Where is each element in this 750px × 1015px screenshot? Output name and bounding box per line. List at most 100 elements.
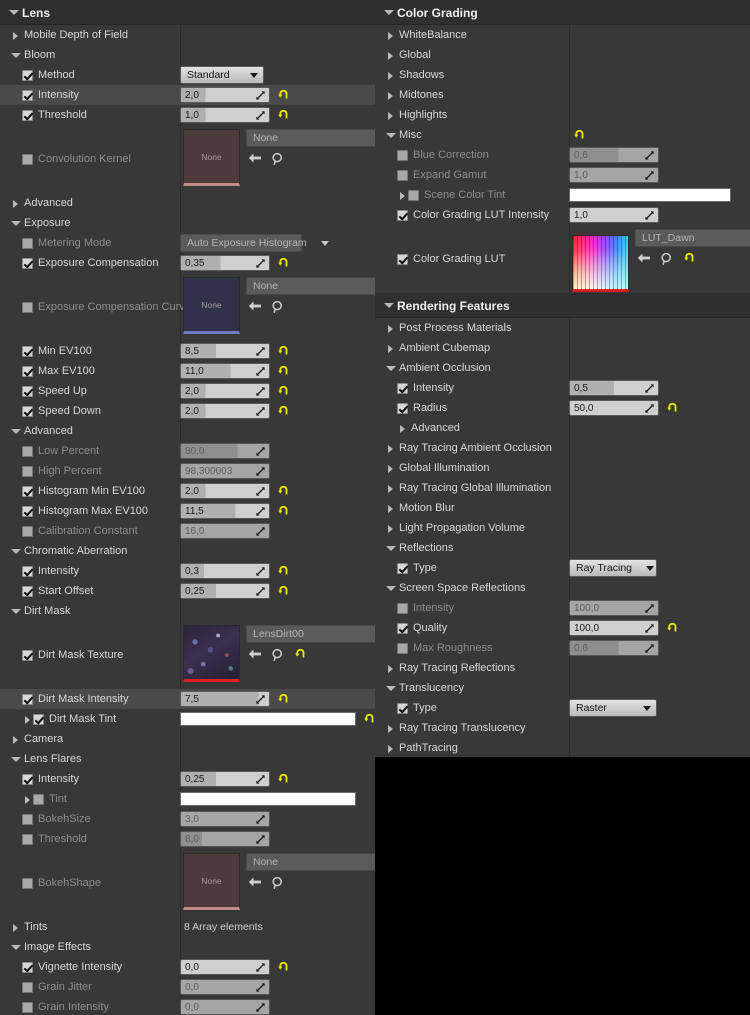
numeric-input-bloom-intensity[interactable]: 2,0 bbox=[180, 87, 270, 103]
drag-handle-icon[interactable] bbox=[255, 1002, 266, 1013]
checkbox-min-ev100[interactable] bbox=[22, 345, 33, 357]
property-row-grain-intensity[interactable]: Grain Intensity 0,0 bbox=[0, 997, 375, 1015]
drag-handle-icon[interactable] bbox=[255, 834, 266, 845]
property-row-mobile-depth-of-field[interactable]: Mobile Depth of Field bbox=[0, 25, 375, 45]
property-row-lens-flares[interactable]: Lens Flares bbox=[0, 749, 375, 769]
drag-handle-icon[interactable] bbox=[255, 526, 266, 537]
numeric-input-speed-up[interactable]: 2,0 bbox=[180, 383, 270, 399]
asset-thumbnail-exposure-compensation-curve[interactable]: None bbox=[183, 277, 240, 334]
checkbox-exposure-compensation[interactable] bbox=[22, 257, 33, 269]
checkbox-color-grading-lut[interactable] bbox=[397, 253, 408, 265]
checkbox-speed-up[interactable] bbox=[22, 385, 33, 397]
property-row-histogram-max-ev100[interactable]: Histogram Max EV100 11,5 bbox=[0, 501, 375, 521]
property-row-lf-bokeh-size[interactable]: BokehSize 3,0 bbox=[0, 809, 375, 829]
property-row-vignette-intensity[interactable]: Vignette Intensity 0,0 bbox=[0, 957, 375, 977]
expand-triangle-open-icon[interactable] bbox=[385, 130, 396, 141]
property-row-low-percent[interactable]: Low Percent 80,0 bbox=[0, 441, 375, 461]
reset-to-default-icon[interactable] bbox=[277, 565, 289, 578]
color-swatch-scene-color-tint[interactable] bbox=[569, 188, 731, 202]
property-row-image-effects[interactable]: Image Effects bbox=[0, 937, 375, 957]
property-row-ao-advanced[interactable]: Advanced bbox=[375, 418, 750, 438]
property-row-motion-blur[interactable]: Motion Blur bbox=[375, 498, 750, 518]
drag-handle-icon[interactable] bbox=[255, 586, 266, 597]
color-swatch-dirt-mask-tint[interactable] bbox=[180, 712, 356, 726]
drag-handle-icon[interactable] bbox=[255, 386, 266, 397]
reset-to-default-icon[interactable] bbox=[277, 257, 289, 270]
numeric-input-color-grading-lut-intensity[interactable]: 1,0 bbox=[569, 207, 659, 223]
expand-triangle-closed-icon[interactable] bbox=[10, 30, 21, 41]
property-row-max-ev100[interactable]: Max EV100 11,0 bbox=[0, 361, 375, 381]
property-row-ssr-max-roughness[interactable]: Max Roughness 0,6 bbox=[375, 638, 750, 658]
expand-triangle-open-icon[interactable] bbox=[10, 218, 21, 229]
checkbox-high-percent[interactable] bbox=[22, 465, 33, 477]
property-row-dirt-mask-intensity[interactable]: Dirt Mask Intensity 7,5 bbox=[0, 689, 375, 709]
drag-handle-icon[interactable] bbox=[255, 366, 266, 377]
category-header-rendering-features[interactable]: Rendering Features bbox=[375, 293, 750, 318]
property-row-ca-start-offset[interactable]: Start Offset 0,25 bbox=[0, 581, 375, 601]
reset-to-default-icon[interactable] bbox=[277, 585, 289, 598]
numeric-input-max-ev100[interactable]: 11,0 bbox=[180, 363, 270, 379]
reset-to-default-icon[interactable] bbox=[573, 129, 585, 142]
numeric-input-lf-threshold[interactable]: 8,0 bbox=[180, 831, 270, 847]
property-row-white-balance[interactable]: WhiteBalance bbox=[375, 25, 750, 45]
expand-triangle-closed-icon[interactable] bbox=[385, 743, 396, 754]
checkbox-dirt-mask-tint[interactable] bbox=[33, 713, 44, 725]
checkbox-vignette-intensity[interactable] bbox=[22, 961, 33, 973]
color-swatch-lf-tint[interactable] bbox=[180, 792, 356, 806]
asset-picker-convolution-kernel[interactable]: None bbox=[246, 129, 375, 147]
asset-thumbnail-dirt-mask-texture[interactable] bbox=[183, 625, 240, 682]
expand-triangle-open-icon[interactable] bbox=[10, 546, 21, 557]
numeric-input-dirt-mask-intensity[interactable]: 7,5 bbox=[180, 691, 270, 707]
property-row-chromatic-aberration[interactable]: Chromatic Aberration bbox=[0, 541, 375, 561]
numeric-input-high-percent[interactable]: 98,300003 bbox=[180, 463, 270, 479]
numeric-input-ssr-max-roughness[interactable]: 0,6 bbox=[569, 640, 659, 656]
property-row-high-percent[interactable]: High Percent 98,300003 bbox=[0, 461, 375, 481]
expand-triangle-closed-icon[interactable] bbox=[385, 463, 396, 474]
reset-to-default-icon[interactable] bbox=[277, 385, 289, 398]
asset-thumbnail-convolution-kernel[interactable]: None bbox=[183, 129, 240, 186]
property-row-post-process-materials[interactable]: Post Process Materials bbox=[375, 318, 750, 338]
expand-triangle-closed-icon[interactable] bbox=[10, 198, 21, 209]
checkbox-translucency-type[interactable] bbox=[397, 702, 408, 714]
checkbox-ssr-quality[interactable] bbox=[397, 622, 408, 634]
drag-handle-icon[interactable] bbox=[255, 566, 266, 577]
checkbox-ssr-max-roughness[interactable] bbox=[397, 642, 408, 654]
numeric-input-exposure-compensation[interactable]: 0,35 bbox=[180, 255, 270, 271]
property-row-tints[interactable]: Tints 8 Array elements bbox=[0, 917, 375, 937]
expand-triangle-closed-icon[interactable] bbox=[385, 50, 396, 61]
property-row-midtones[interactable]: Midtones bbox=[375, 85, 750, 105]
checkbox-ao-radius[interactable] bbox=[397, 402, 408, 414]
expand-triangle-open-icon[interactable] bbox=[385, 683, 396, 694]
drag-handle-icon[interactable] bbox=[255, 486, 266, 497]
property-row-exposure-compensation[interactable]: Exposure Compensation 0,35 bbox=[0, 253, 375, 273]
reset-to-default-icon[interactable] bbox=[277, 109, 289, 122]
property-row-lf-intensity[interactable]: Intensity 0,25 bbox=[0, 769, 375, 789]
numeric-input-histogram-min-ev100[interactable]: 2,0 bbox=[180, 483, 270, 499]
checkbox-grain-jitter[interactable] bbox=[22, 981, 33, 993]
expand-triangle-closed-icon[interactable] bbox=[385, 343, 396, 354]
property-row-speed-down[interactable]: Speed Down 2,0 bbox=[0, 401, 375, 421]
drag-handle-icon[interactable] bbox=[644, 603, 655, 614]
expand-triangle-closed-icon[interactable] bbox=[385, 90, 396, 101]
checkbox-ca-start-offset[interactable] bbox=[22, 585, 33, 597]
expand-triangle-closed-icon[interactable] bbox=[22, 794, 33, 805]
back-icon[interactable] bbox=[637, 252, 651, 266]
property-row-bloom-threshold[interactable]: Threshold 1,0 bbox=[0, 105, 375, 125]
property-row-ray-tracing-global-illumination[interactable]: Ray Tracing Global Illumination bbox=[375, 478, 750, 498]
drag-handle-icon[interactable] bbox=[255, 346, 266, 357]
property-row-ray-tracing-translucency[interactable]: Ray Tracing Translucency bbox=[375, 718, 750, 738]
numeric-input-speed-down[interactable]: 2,0 bbox=[180, 403, 270, 419]
property-row-metering-mode[interactable]: Metering Mode Auto Exposure Histogram bbox=[0, 233, 375, 253]
expand-triangle-open-icon[interactable] bbox=[385, 543, 396, 554]
drag-handle-icon[interactable] bbox=[644, 623, 655, 634]
checkbox-dirt-mask-intensity[interactable] bbox=[22, 693, 33, 705]
numeric-input-low-percent[interactable]: 80,0 bbox=[180, 443, 270, 459]
property-row-calibration-constant[interactable]: Calibration Constant 16,0 bbox=[0, 521, 375, 541]
browse-icon[interactable] bbox=[271, 876, 285, 890]
reset-to-default-icon[interactable] bbox=[277, 485, 289, 498]
property-row-ao-intensity[interactable]: Intensity 0,5 bbox=[375, 378, 750, 398]
drag-handle-icon[interactable] bbox=[255, 110, 266, 121]
numeric-input-ssr-intensity[interactable]: 100,0 bbox=[569, 600, 659, 616]
property-row-dirt-mask-tint[interactable]: Dirt Mask Tint bbox=[0, 709, 375, 729]
property-row-global-illumination[interactable]: Global Illumination bbox=[375, 458, 750, 478]
